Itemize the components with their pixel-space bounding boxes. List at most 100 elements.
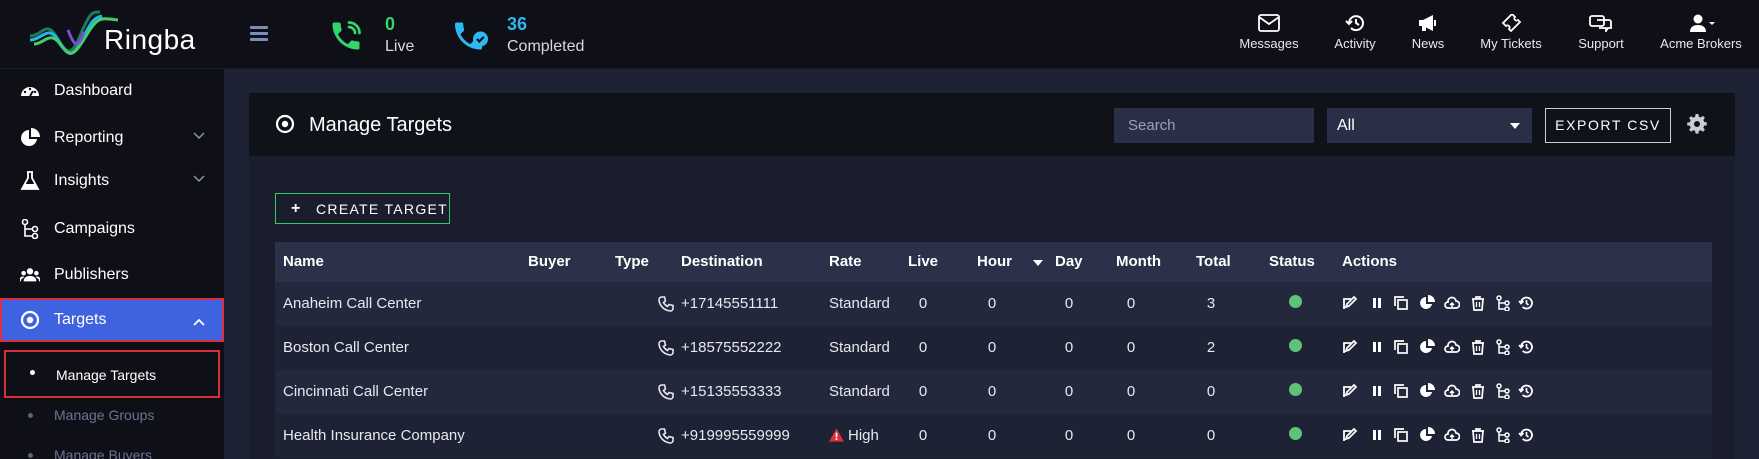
cloud-upload-icon[interactable] — [1444, 427, 1460, 443]
target-name-cell[interactable]: Health Insurance Company — [283, 427, 465, 444]
column-header-destination[interactable]: Destination — [681, 253, 763, 270]
pause-icon[interactable] — [1369, 295, 1385, 311]
column-header-hour[interactable]: Hour — [977, 253, 1012, 270]
sidebar-item-publishers[interactable]: Publishers — [0, 253, 224, 297]
column-header-live[interactable]: Live — [908, 253, 938, 270]
column-header-total[interactable]: Total — [1196, 253, 1231, 270]
pause-icon[interactable] — [1369, 427, 1385, 443]
nav-news-label: News — [1411, 36, 1445, 51]
routing-tree-icon[interactable] — [1495, 339, 1511, 355]
history-icon[interactable] — [1518, 339, 1534, 355]
history-icon[interactable] — [1518, 427, 1534, 443]
trash-icon[interactable] — [1470, 295, 1486, 311]
live-calls-stat: 0 Live — [328, 12, 428, 60]
pause-icon[interactable] — [1369, 383, 1385, 399]
target-name-cell[interactable]: Boston Call Center — [283, 339, 409, 356]
trash-icon[interactable] — [1470, 383, 1486, 399]
pie-chart-icon[interactable] — [1419, 295, 1435, 311]
rate-cell: High — [829, 427, 879, 444]
column-header-type[interactable]: Type — [615, 253, 649, 270]
sidebar-item-label: Publishers — [54, 266, 129, 283]
target-name-cell[interactable]: Cincinnati Call Center — [283, 383, 428, 400]
day-count-cell: 0 — [1064, 339, 1074, 356]
cloud-upload-icon[interactable] — [1444, 339, 1460, 355]
edit-icon[interactable] — [1342, 339, 1358, 355]
column-header-day[interactable]: Day — [1055, 253, 1083, 270]
destination-cell: +18575552222 — [681, 339, 782, 356]
edit-icon[interactable] — [1342, 295, 1358, 311]
history-icon[interactable] — [1518, 295, 1534, 311]
nav-account[interactable]: Acme Brokers — [1658, 14, 1744, 59]
duplicate-icon[interactable] — [1393, 295, 1409, 311]
nav-activity[interactable]: Activity — [1326, 14, 1384, 59]
nav-my-tickets[interactable]: My Tickets — [1476, 14, 1546, 59]
target-icon — [20, 310, 40, 330]
cloud-upload-icon[interactable] — [1444, 383, 1460, 399]
nav-messages[interactable]: Messages — [1236, 14, 1302, 59]
menu-toggle-icon[interactable] — [250, 26, 268, 42]
sidebar-subitem-manage-targets[interactable]: Manage Targets — [4, 350, 220, 398]
column-header-rate[interactable]: Rate — [829, 253, 862, 270]
routing-tree-icon[interactable] — [1495, 295, 1511, 311]
trash-icon[interactable] — [1470, 339, 1486, 355]
nav-news[interactable]: News — [1406, 14, 1450, 59]
create-target-label: CREATE TARGET — [316, 201, 449, 217]
column-header-name[interactable]: Name — [283, 253, 324, 270]
duplicate-icon[interactable] — [1393, 427, 1409, 443]
cloud-upload-icon[interactable] — [1444, 295, 1460, 311]
column-header-status[interactable]: Status — [1269, 253, 1315, 270]
phone-number-type-icon — [658, 296, 674, 312]
filter-select[interactable]: All — [1327, 108, 1532, 143]
flask-icon — [20, 171, 40, 190]
duplicate-icon[interactable] — [1393, 339, 1409, 355]
page-title: Manage Targets — [309, 114, 453, 136]
sidebar-subitem-manage-buyers[interactable]: Manage Buyers — [0, 435, 224, 459]
sidebar-subitem-manage-groups[interactable]: Manage Groups — [0, 395, 224, 435]
month-count-cell: 0 — [1126, 427, 1136, 444]
create-target-button[interactable]: + CREATE TARGET — [275, 193, 450, 224]
edit-icon[interactable] — [1342, 383, 1358, 399]
hour-count-cell: 0 — [987, 295, 997, 312]
rate-label: Standard — [829, 383, 890, 400]
export-csv-button[interactable]: EXPORT CSV — [1545, 108, 1671, 143]
sidebar-item-insights[interactable]: Insights — [0, 159, 224, 203]
trash-icon[interactable] — [1470, 427, 1486, 443]
completed-calls-stat: 36 Completed — [450, 12, 610, 60]
table-row[interactable]: Anaheim Call Center +17145551111 Standard 0… — [275, 282, 1712, 326]
chat-icon — [1589, 15, 1612, 32]
table-row[interactable]: Cincinnati Call Center +15135553333 Standa… — [275, 370, 1712, 414]
target-name-cell[interactable]: Anaheim Call Center — [283, 295, 421, 312]
day-count-cell: 0 — [1064, 383, 1074, 400]
ringba-logo[interactable]: Ringba — [28, 10, 228, 62]
search-input[interactable] — [1114, 108, 1314, 143]
duplicate-icon[interactable] — [1393, 383, 1409, 399]
routing-tree-icon[interactable] — [1495, 383, 1511, 399]
column-header-buyer[interactable]: Buyer — [528, 253, 571, 270]
table-row[interactable]: Health Insurance Company +919995559999 Hig… — [275, 414, 1712, 458]
filter-select-value: All — [1337, 117, 1355, 134]
status-active-indicator — [1289, 295, 1302, 308]
sidebar-item-targets[interactable]: Targets — [0, 298, 224, 342]
pie-chart-icon[interactable] — [1419, 427, 1435, 443]
sidebar-item-reporting[interactable]: Reporting — [0, 116, 224, 160]
column-header-month[interactable]: Month — [1116, 253, 1161, 270]
edit-icon[interactable] — [1342, 427, 1358, 443]
routing-tree-icon[interactable] — [1495, 427, 1511, 443]
sidebar-item-campaigns[interactable]: Campaigns — [0, 207, 224, 251]
history-icon[interactable] — [1518, 383, 1534, 399]
sort-desc-icon[interactable] — [1033, 260, 1043, 266]
nav-support[interactable]: Support — [1572, 14, 1630, 59]
gear-icon[interactable] — [1687, 114, 1707, 134]
pie-chart-icon[interactable] — [1419, 383, 1435, 399]
sidebar-item-dashboard[interactable]: Dashboard — [0, 69, 224, 113]
pie-chart-icon[interactable] — [1419, 339, 1435, 355]
live-label: Live — [385, 38, 415, 55]
table-row[interactable]: Boston Call Center +18575552222 Standard 0 0… — [275, 326, 1712, 370]
destination-cell: +919995559999 — [681, 427, 790, 444]
live-count-cell: 0 — [918, 339, 928, 356]
pause-icon[interactable] — [1369, 339, 1385, 355]
bullet-icon — [30, 370, 35, 375]
sidebar-subitem-label: Manage Groups — [54, 407, 155, 423]
phone-number-type-icon — [658, 384, 674, 400]
total-count-cell: 2 — [1206, 339, 1216, 356]
